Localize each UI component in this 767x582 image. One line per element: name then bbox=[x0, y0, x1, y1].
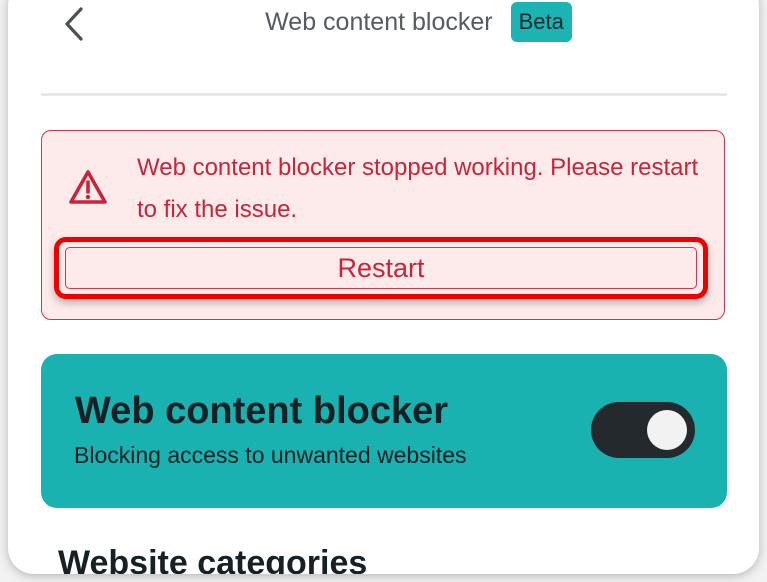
toggle-knob bbox=[647, 410, 687, 450]
page-title: Web content blocker bbox=[265, 7, 493, 36]
blocker-card: Web content blocker Blocking access to u… bbox=[41, 354, 727, 508]
header: Web content blocker Beta bbox=[8, 0, 759, 54]
error-alert: Web content blocker stopped working. Ple… bbox=[41, 130, 725, 320]
restart-button-label: Restart bbox=[337, 252, 425, 283]
screen-frame: Web content blocker Beta Web content blo… bbox=[8, 0, 759, 574]
warning-triangle-icon bbox=[69, 170, 107, 204]
beta-badge: Beta bbox=[510, 2, 572, 42]
header-title-group: Web content blocker Beta bbox=[8, 2, 759, 42]
section-title: Website categories bbox=[58, 544, 368, 574]
blocker-card-subtitle: Blocking access to unwanted websites bbox=[74, 442, 467, 468]
alert-message: Web content blocker stopped working. Ple… bbox=[137, 154, 699, 223]
header-divider bbox=[41, 93, 727, 96]
blocker-toggle[interactable] bbox=[591, 402, 695, 458]
blocker-card-title: Web content blocker bbox=[75, 390, 449, 432]
restart-button[interactable]: Restart bbox=[54, 237, 708, 299]
